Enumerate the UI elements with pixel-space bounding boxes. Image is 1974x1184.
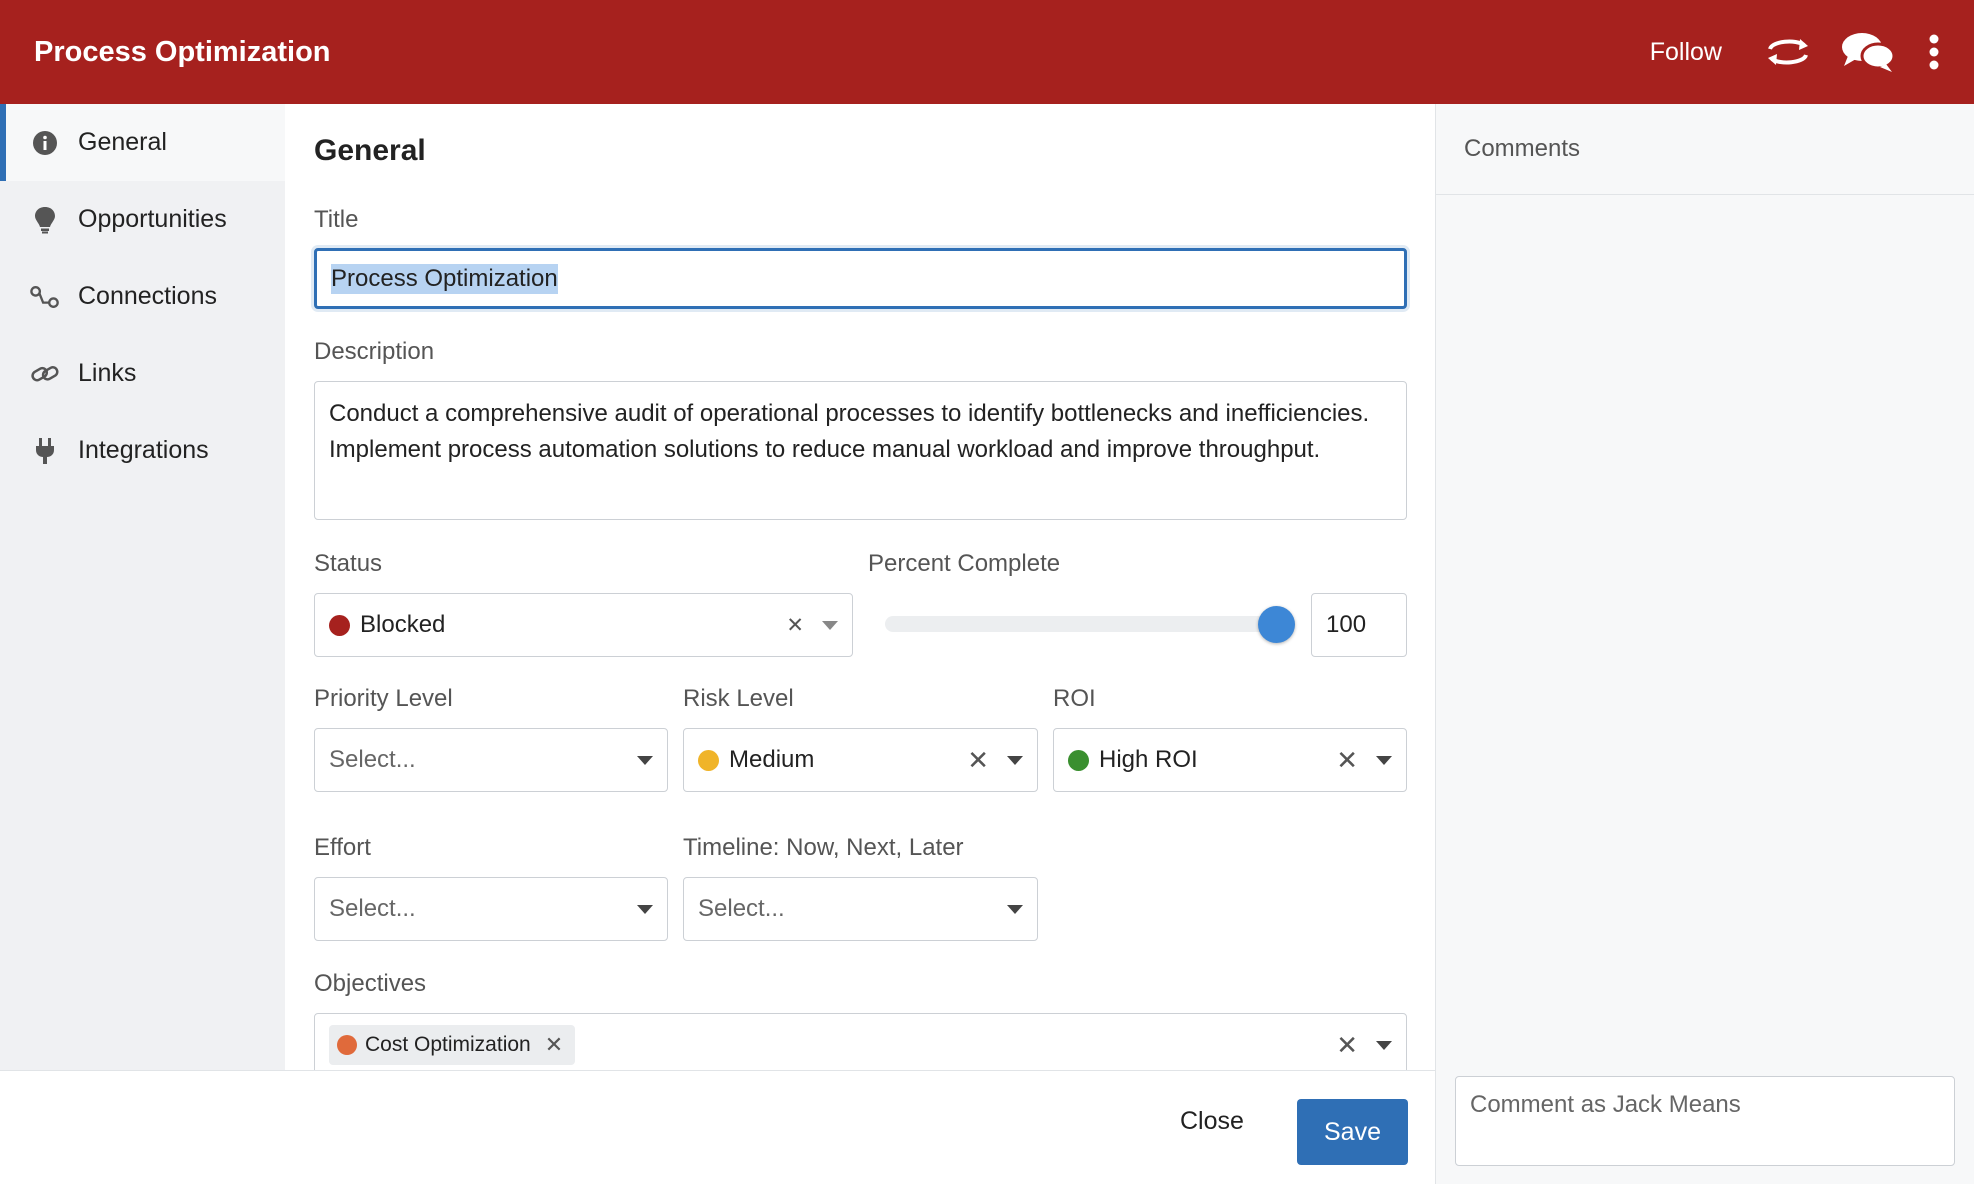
section-title: General <box>314 134 426 167</box>
objectives-tags: Cost Optimization ✕ <box>329 1025 1336 1065</box>
remove-tag-icon[interactable]: ✕ <box>545 1032 563 1058</box>
percent-complete-value: 100 <box>1326 611 1367 638</box>
sidebar-item-integrations[interactable]: Integrations <box>0 412 285 489</box>
percent-complete-slider-thumb[interactable] <box>1258 606 1295 643</box>
status-color-dot <box>329 614 350 636</box>
roi-value: High ROI <box>1068 746 1336 774</box>
risk-level-text: Medium <box>729 746 815 773</box>
timeline-chevron-down-icon[interactable] <box>1007 904 1023 914</box>
sidebar-item-connections[interactable]: Connections <box>0 258 285 335</box>
comments-heading: Comments <box>1436 104 1974 195</box>
header-actions: Follow <box>1650 30 1940 74</box>
follow-button[interactable]: Follow <box>1650 38 1722 67</box>
description-label: Description <box>314 338 435 365</box>
sidebar-item-label: Connections <box>78 282 217 310</box>
objective-color-dot <box>337 1035 357 1055</box>
percent-complete-input[interactable]: 100 <box>1311 593 1407 657</box>
comment-input[interactable]: Comment as Jack Means <box>1455 1076 1955 1166</box>
objectives-clear-icon[interactable]: ✕ <box>1336 1032 1358 1058</box>
chat-bubbles-icon[interactable] <box>1840 30 1896 74</box>
priority-level-select[interactable]: Select... <box>314 728 668 792</box>
risk-level-clear-icon[interactable]: ✕ <box>967 747 989 773</box>
page-title: Process Optimization <box>34 35 331 68</box>
status-text: Blocked <box>360 611 446 638</box>
description-value: Conduct a comprehensive audit of operati… <box>329 400 1370 463</box>
risk-color-dot <box>698 749 719 771</box>
objectives-multiselect[interactable]: Cost Optimization ✕ ✕ <box>314 1013 1407 1070</box>
status-clear-icon[interactable]: ✕ <box>786 615 804 636</box>
priority-level-label: Priority Level <box>314 685 453 712</box>
sidebar-item-opportunities[interactable]: Opportunities <box>0 181 285 258</box>
sidebar-item-links[interactable]: Links <box>0 335 285 412</box>
roi-chevron-down-icon[interactable] <box>1376 755 1392 765</box>
modal-footer: Close Save <box>0 1070 1435 1184</box>
risk-level-select[interactable]: Medium ✕ <box>683 728 1038 792</box>
status-value: Blocked <box>329 611 786 639</box>
roi-color-dot <box>1068 749 1089 771</box>
comments-panel: Comments Comment as Jack Means <box>1435 104 1974 1184</box>
title-input-value: Process Optimization <box>331 263 558 294</box>
sidebar-item-label: Integrations <box>78 436 209 464</box>
priority-level-placeholder: Select... <box>329 746 416 773</box>
roi-clear-icon[interactable]: ✕ <box>1336 747 1358 773</box>
connections-icon <box>30 282 60 312</box>
effort-placeholder: Select... <box>329 895 416 922</box>
roi-select[interactable]: High ROI ✕ <box>1053 728 1407 792</box>
sidebar-item-label: General <box>78 128 167 156</box>
timeline-placeholder: Select... <box>698 895 785 922</box>
link-icon <box>30 359 60 389</box>
roi-text: High ROI <box>1099 746 1198 773</box>
objectives-label: Objectives <box>314 970 427 997</box>
objective-tag: Cost Optimization ✕ <box>329 1025 576 1065</box>
priority-level-chevron-down-icon[interactable] <box>637 755 653 765</box>
comment-placeholder: Comment as Jack Means <box>1470 1091 1741 1118</box>
timeline-label: Timeline: Now, Next, Later <box>683 834 964 861</box>
timeline-select[interactable]: Select... <box>683 877 1038 941</box>
risk-level-value: Medium <box>698 746 967 774</box>
sidebar-item-label: Links <box>78 359 137 387</box>
plug-icon <box>30 436 60 466</box>
sidebar: General Opportunities Connections Links … <box>0 104 285 1070</box>
objectives-chevron-down-icon[interactable] <box>1376 1040 1392 1050</box>
description-textarea[interactable]: Conduct a comprehensive audit of operati… <box>314 381 1407 520</box>
roi-label: ROI <box>1053 685 1096 712</box>
close-button[interactable]: Close <box>1180 1107 1244 1136</box>
info-icon <box>30 128 60 158</box>
percent-complete-label: Percent Complete <box>868 550 1061 577</box>
effort-label: Effort <box>314 834 371 861</box>
more-vertical-icon[interactable] <box>1928 34 1940 70</box>
risk-level-label: Risk Level <box>683 685 794 712</box>
status-label: Status <box>314 550 383 577</box>
sync-icon[interactable] <box>1762 35 1814 69</box>
top-bar: Process Optimization Follow <box>0 0 1974 104</box>
save-button[interactable]: Save <box>1297 1099 1408 1165</box>
objective-tag-label: Cost Optimization <box>365 1033 531 1056</box>
title-input[interactable]: Process Optimization <box>314 248 1407 309</box>
effort-chevron-down-icon[interactable] <box>637 904 653 914</box>
sidebar-item-label: Opportunities <box>78 205 227 233</box>
status-select[interactable]: Blocked ✕ <box>314 593 853 657</box>
lightbulb-icon <box>30 205 60 235</box>
risk-level-chevron-down-icon[interactable] <box>1007 755 1023 765</box>
percent-complete-slider-track[interactable] <box>885 616 1295 632</box>
effort-select[interactable]: Select... <box>314 877 668 941</box>
status-chevron-down-icon[interactable] <box>822 620 838 630</box>
title-label: Title <box>314 206 359 233</box>
general-form: General Title Process Optimization Descr… <box>285 104 1435 1070</box>
sidebar-item-general[interactable]: General <box>0 104 285 181</box>
